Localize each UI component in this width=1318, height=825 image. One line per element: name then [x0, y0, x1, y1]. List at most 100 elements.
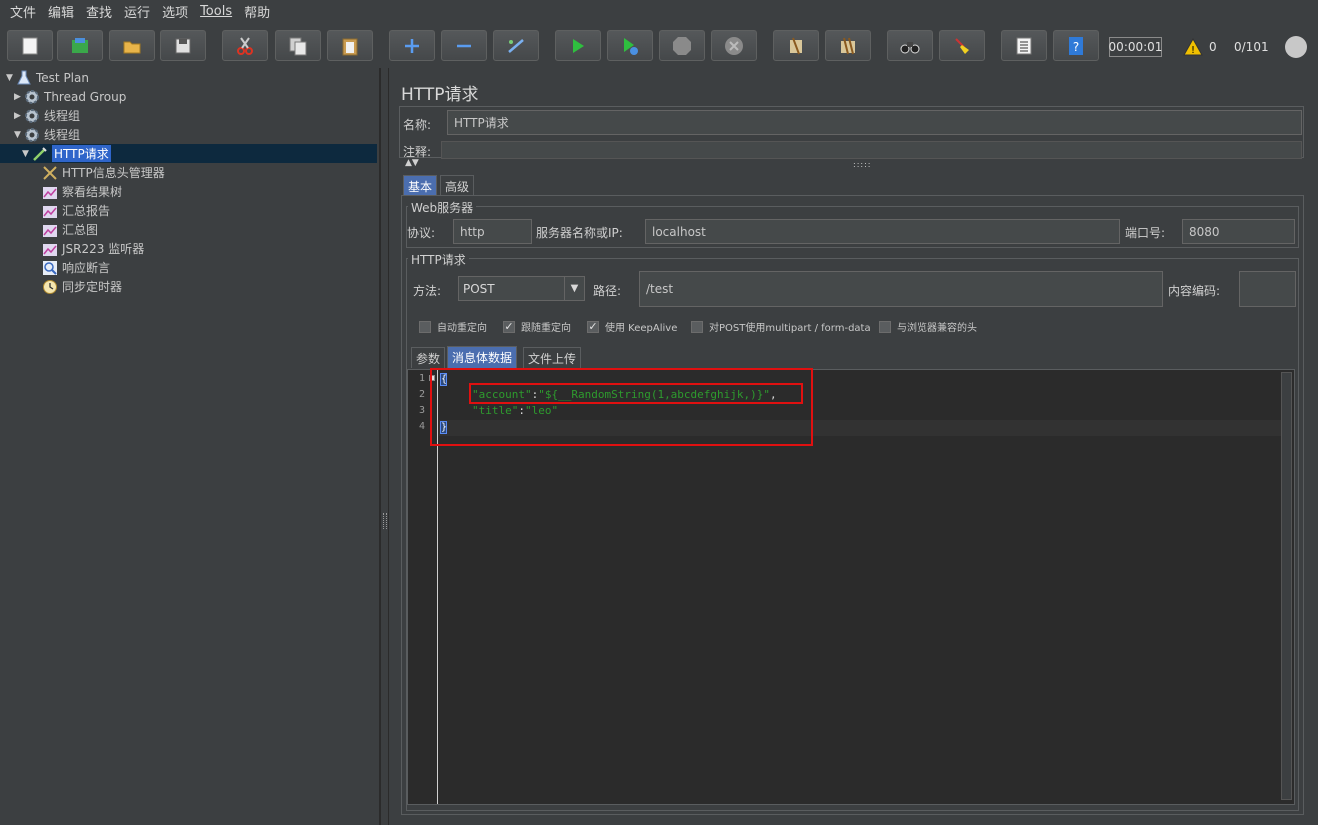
checkbox-label: 对POST使用multipart / form-data [709, 323, 871, 334]
paste-icon [342, 38, 358, 55]
tree-item-thread-group[interactable]: ▶ Thread Group [14, 87, 126, 106]
name-field[interactable]: HTTP请求 [447, 110, 1302, 135]
encoding-field[interactable] [1239, 271, 1296, 307]
tree-item-thread-group-2[interactable]: ▶ 线程组 [14, 106, 80, 125]
list-icon [1016, 37, 1032, 54]
checkbox-label: 跟随重定向 [521, 323, 571, 334]
menu-tools-label: Tools [200, 3, 233, 19]
checkmark-icon[interactable]: ✓ [503, 320, 515, 333]
splitter-grip[interactable] [383, 513, 387, 529]
tree-item-results-tree[interactable]: 察看结果树 [42, 182, 122, 201]
remote-status-icon[interactable] [1285, 36, 1307, 58]
templates-icon [72, 37, 88, 53]
expand-arrow-icon[interactable]: ▼ [6, 73, 16, 83]
open-icon [123, 41, 141, 53]
paste-button[interactable] [327, 30, 373, 61]
multipart-checkbox[interactable]: 对POST使用multipart / form-data [691, 319, 871, 334]
menu-edit[interactable]: 编辑 [42, 2, 80, 21]
flask-icon [16, 70, 32, 86]
clear-icon [790, 37, 802, 54]
menu-options[interactable]: 选项 [156, 2, 194, 21]
new-icon [22, 37, 38, 54]
expand-button[interactable] [389, 30, 435, 61]
splitter-arrows-icon[interactable]: ▲▼ [405, 158, 419, 168]
minus-icon [457, 44, 471, 47]
help-button[interactable]: ? [1053, 30, 1099, 61]
auto-redirect-checkbox[interactable]: 自动重定向 [419, 319, 487, 334]
warning-indicator[interactable]: ! 0 [1183, 38, 1217, 56]
server-field[interactable]: localhost [645, 219, 1120, 244]
keepalive-checkbox[interactable]: ✓ 使用 KeepAlive [587, 319, 677, 334]
menu-run[interactable]: 运行 [118, 2, 156, 21]
menu-help[interactable]: 帮助 [238, 2, 276, 21]
reset-search-button[interactable] [939, 30, 985, 61]
tab-basic[interactable]: 基本 [403, 175, 438, 196]
tree-item-thread-group-3[interactable]: ▼ 线程组 [14, 125, 80, 144]
start-no-pause-button[interactable] [607, 30, 653, 61]
checkbox-box[interactable] [879, 320, 891, 333]
collapse-arrow-icon[interactable]: ▶ [14, 111, 24, 121]
protocol-field[interactable]: http [453, 219, 532, 244]
browser-headers-checkbox[interactable]: 与浏览器兼容的头 [879, 319, 977, 334]
editor-scrollbar[interactable] [1281, 372, 1292, 800]
expand-arrow-icon[interactable]: ▼ [22, 149, 32, 159]
tree-item-test-plan[interactable]: ▼ Test Plan [6, 68, 89, 87]
cut-button[interactable] [222, 30, 268, 61]
tree-label: 同步定时器 [62, 280, 123, 294]
panel-splitter[interactable] [380, 68, 389, 825]
menu-search[interactable]: 查找 [80, 2, 118, 21]
protocol-label: 协议: [407, 226, 436, 240]
toggle-button[interactable] [493, 30, 539, 61]
copy-button[interactable] [275, 30, 321, 61]
comment-field[interactable] [441, 141, 1302, 159]
path-field[interactable]: /test [639, 271, 1163, 307]
tree-item-header-manager[interactable]: HTTP信息头管理器 [42, 163, 165, 182]
tree-item-response-assertion[interactable]: 响应断言 [42, 258, 110, 277]
new-button[interactable] [7, 30, 53, 61]
tree-item-sync-timer[interactable]: 同步定时器 [42, 277, 122, 296]
clear-all-button[interactable] [825, 30, 871, 61]
tree-label: 线程组 [44, 128, 81, 142]
tab-file-upload[interactable]: 文件上传 [523, 347, 582, 368]
clear-button[interactable] [773, 30, 819, 61]
menu-file[interactable]: 文件 [4, 2, 42, 21]
tree-item-http-request[interactable]: ▼ HTTP请求 [0, 144, 377, 163]
start-button[interactable] [555, 30, 601, 61]
line-number: 2 [418, 389, 425, 400]
checkbox-box[interactable] [419, 320, 431, 333]
tree-item-summary-graph[interactable]: 汇总图 [42, 220, 98, 239]
open-button[interactable] [109, 30, 155, 61]
shutdown-button[interactable] [711, 30, 757, 61]
stop-icon [673, 36, 691, 55]
expand-arrow-icon[interactable]: ▼ [14, 130, 24, 140]
tree-label: Thread Group [44, 89, 127, 104]
method-select[interactable]: POST ▼ [458, 276, 585, 301]
save-button[interactable] [160, 30, 206, 61]
menu-tools[interactable]: Tools [194, 4, 238, 19]
chevron-down-icon[interactable]: ▼ [564, 277, 584, 300]
tab-body-data[interactable]: 消息体数据 [447, 346, 518, 368]
stop-button[interactable] [659, 30, 705, 61]
encoding-label: 内容编码: [1168, 284, 1221, 298]
warning-count: 0 [1209, 40, 1217, 54]
tab-parameters[interactable]: 参数 [411, 347, 446, 368]
follow-redirect-checkbox[interactable]: ✓ 跟随重定向 [503, 319, 571, 334]
cut-icon [237, 36, 253, 55]
search-button[interactable] [887, 30, 933, 61]
function-helper-button[interactable] [1001, 30, 1047, 61]
annotation-box-inner [469, 383, 803, 404]
shutdown-icon [725, 36, 743, 55]
collapse-button[interactable] [441, 30, 487, 61]
port-field[interactable]: 8080 [1182, 219, 1295, 244]
checkbox-box[interactable] [691, 320, 703, 333]
splitter-grip-icon[interactable]: ::::: [853, 160, 871, 169]
templates-button[interactable] [57, 30, 103, 61]
collapse-arrow-icon[interactable]: ▶ [14, 92, 24, 102]
tree-item-summary-report[interactable]: 汇总报告 [42, 201, 110, 220]
tab-advanced[interactable]: 高级 [440, 175, 475, 196]
checkmark-icon[interactable]: ✓ [587, 320, 599, 333]
tree-item-jsr223-listener[interactable]: JSR223 监听器 [42, 239, 144, 258]
line-number: 1 [418, 373, 425, 384]
tree-label: 汇总图 [62, 223, 99, 237]
toolbar: ? 00:00:01 ! 0 0/101 [0, 24, 1318, 68]
